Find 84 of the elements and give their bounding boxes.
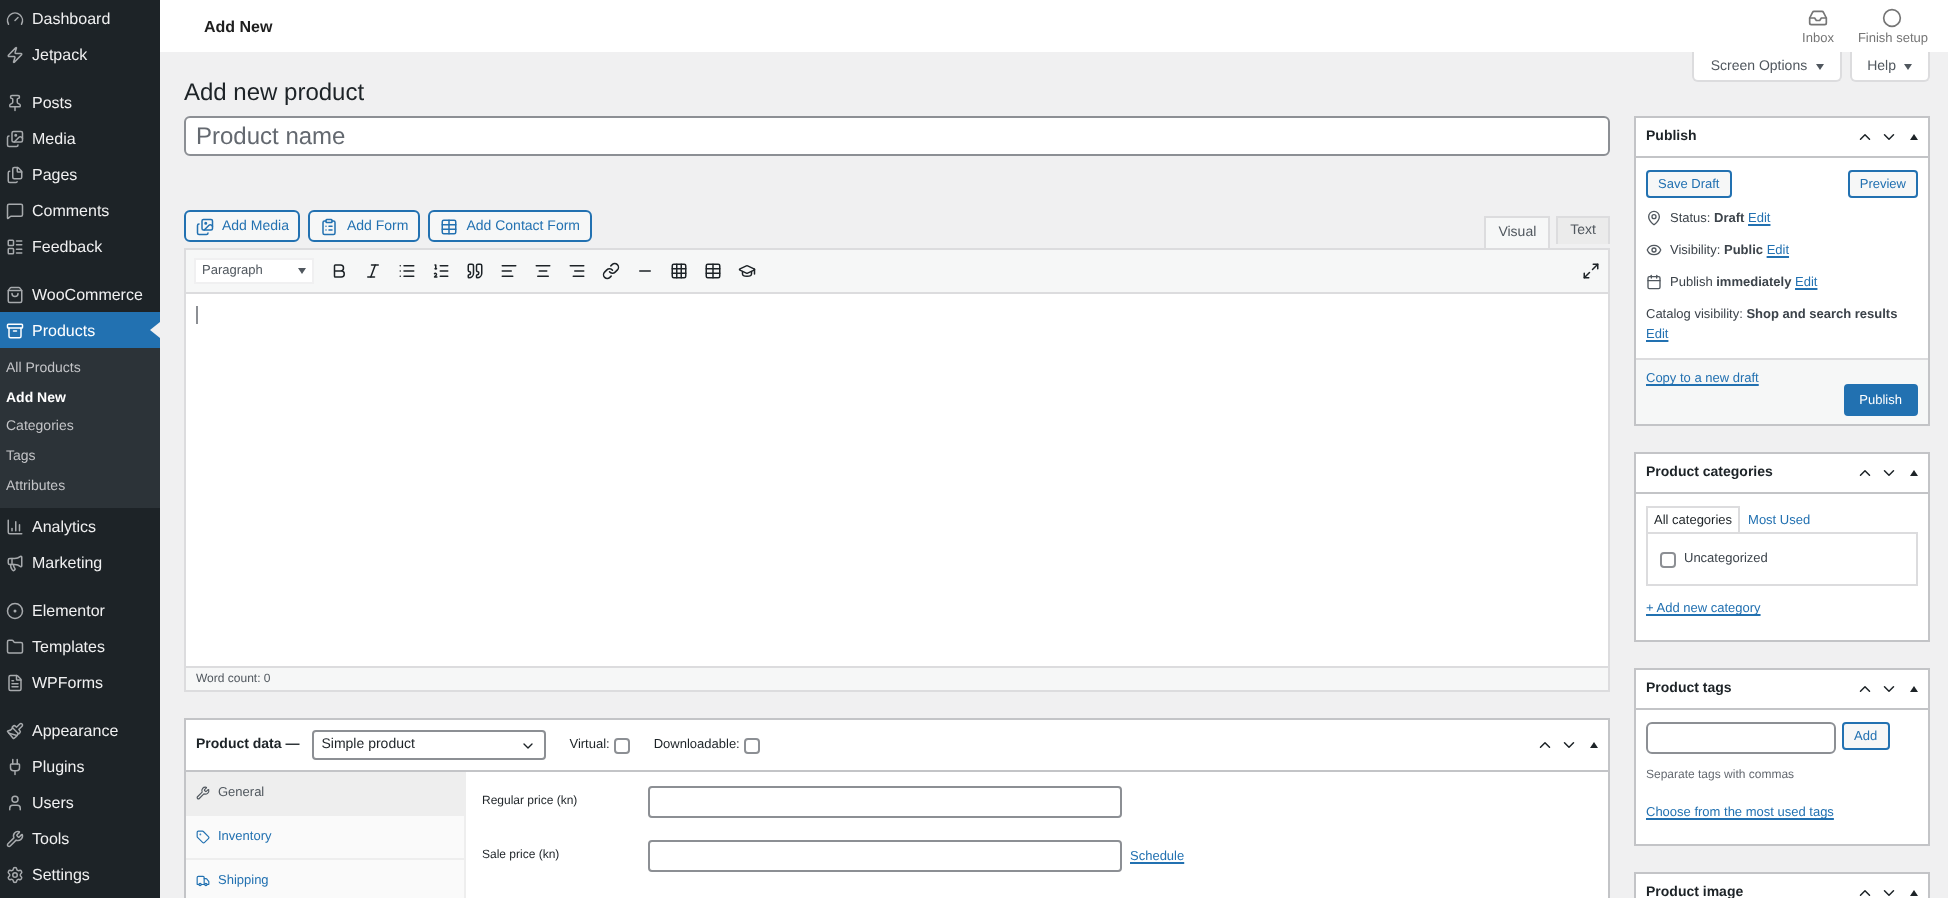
sidebar-item[interactable]: Settings (0, 856, 160, 893)
sidebar-item[interactable]: Comments (0, 192, 160, 228)
sidebar-item[interactable]: Analytics (0, 508, 160, 545)
eye-icon (1646, 242, 1662, 258)
move-up-icon[interactable] (1536, 736, 1554, 754)
align-center-icon[interactable] (534, 262, 552, 280)
inbox-icon (1808, 7, 1828, 27)
move-down-icon[interactable] (1880, 680, 1898, 698)
checkbox[interactable] (743, 737, 760, 753)
menu-icon (6, 285, 24, 303)
menu-icon (6, 865, 24, 884)
menu-icon (6, 637, 24, 656)
sidebar-item[interactable]: WPForms (0, 664, 160, 701)
menu-icon (6, 721, 24, 740)
bold-icon[interactable] (330, 262, 348, 280)
menu-icon (6, 201, 24, 219)
sidebar-item[interactable]: Products (0, 312, 160, 348)
wrench-icon (196, 786, 210, 800)
align-left-icon[interactable] (500, 262, 518, 280)
sidebar-item[interactable]: Tools (0, 820, 160, 857)
sidebar-item[interactable]: Jetpack (0, 36, 160, 72)
menu-icon (6, 93, 24, 111)
align-right-icon[interactable] (568, 262, 586, 280)
collapse-icon[interactable] (1910, 134, 1918, 140)
move-down-icon[interactable] (1880, 128, 1898, 146)
move-down-icon[interactable] (1880, 464, 1898, 482)
menu-icon (6, 165, 24, 183)
graduation-cap-icon[interactable] (738, 262, 756, 280)
sidebar-item[interactable]: Templates (0, 628, 160, 665)
product-name-field[interactable]: Product name (184, 116, 1610, 156)
quote-icon[interactable] (466, 262, 484, 280)
tag-field[interactable] (1646, 722, 1836, 754)
page-heading: Add New (204, 17, 273, 35)
move-down-icon[interactable] (1560, 736, 1578, 754)
collapse-icon[interactable] (1910, 890, 1918, 896)
move-up-icon[interactable] (1856, 884, 1874, 898)
menu-icon (6, 673, 24, 692)
sidebar-item[interactable]: WooCommerce (0, 276, 160, 312)
sidebar-item[interactable]: Dashboard (0, 0, 160, 36)
circle-icon (1882, 7, 1903, 27)
calendar-icon (1646, 274, 1662, 290)
tag-icon (196, 830, 210, 844)
contact-form-icon (440, 217, 459, 235)
media-icon (196, 217, 214, 235)
move-up-icon[interactable] (1856, 464, 1874, 482)
menu-icon (6, 321, 24, 339)
pin-icon (1646, 210, 1662, 226)
link-icon[interactable] (602, 262, 620, 280)
price-field[interactable] (648, 786, 1122, 818)
menu-icon (6, 793, 24, 812)
sidebar-item[interactable]: Marketing (0, 544, 160, 581)
sidebar-item[interactable]: Pages (0, 156, 160, 192)
sidebar-item[interactable]: Elementor (0, 592, 160, 629)
numbered-list-icon[interactable] (432, 262, 450, 280)
truck-icon (196, 874, 210, 888)
menu-icon (6, 517, 24, 536)
bullet-list-icon[interactable] (398, 262, 416, 280)
fullscreen-icon[interactable] (1582, 262, 1600, 280)
collapse-icon[interactable] (1910, 686, 1918, 692)
sidebar-item[interactable]: Feedback (0, 228, 160, 264)
sidebar-item[interactable]: Media (0, 120, 160, 156)
checkbox[interactable] (613, 737, 630, 753)
menu-icon (6, 9, 24, 27)
menu-icon (6, 601, 24, 620)
sidebar-item[interactable]: Appearance (0, 712, 160, 749)
menu-icon (6, 237, 24, 255)
menu-icon (6, 829, 24, 848)
checkbox[interactable] (1660, 551, 1676, 567)
collapse-icon[interactable] (1590, 742, 1598, 748)
sidebar-item[interactable]: Plugins (0, 748, 160, 785)
page-title: Add new product (184, 76, 367, 108)
sidebar-item[interactable]: Users (0, 784, 160, 821)
menu-icon (6, 129, 24, 147)
toolbar-toggle-icon[interactable] (670, 262, 688, 280)
menu-icon (6, 757, 24, 776)
sidebar-item[interactable]: Posts (0, 84, 160, 120)
move-up-icon[interactable] (1856, 128, 1874, 146)
menu-icon (6, 45, 24, 63)
price-field[interactable] (648, 840, 1122, 872)
collapse-icon[interactable] (1910, 470, 1918, 476)
italic-icon[interactable] (364, 262, 382, 280)
menu-icon (6, 553, 24, 572)
move-down-icon[interactable] (1880, 884, 1898, 898)
move-up-icon[interactable] (1856, 680, 1874, 698)
